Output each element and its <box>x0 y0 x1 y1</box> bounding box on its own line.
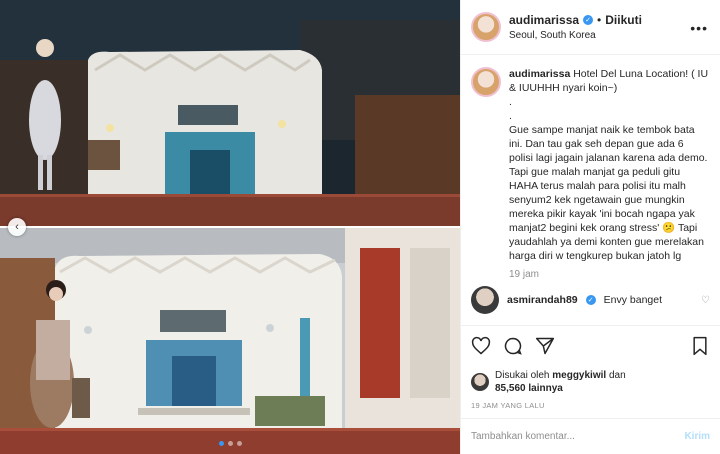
likes-prefix: Disukai oleh <box>495 370 550 381</box>
caption-time[interactable]: 19 jam <box>509 269 710 280</box>
post-media[interactable]: ‹ <box>0 0 460 454</box>
comment-input[interactable] <box>471 431 685 442</box>
caption-body: Hotel Del Luna Location! ( IU & IUUHHH n… <box>509 68 709 262</box>
action-bar <box>461 325 720 365</box>
comment-text: Envy banget <box>603 294 663 306</box>
likes-count[interactable]: 85,560 lainnya <box>495 383 563 394</box>
liker-avatar[interactable] <box>471 373 489 391</box>
verified-icon: ✓ <box>583 15 594 25</box>
photo-bottom-day-scene <box>0 228 460 454</box>
follow-button[interactable]: Diikuti <box>605 13 642 27</box>
post-header: audimarissa ✓ • Diikuti Seoul, South Kor… <box>461 0 720 55</box>
comment-item: asmirandah89 ✓ Envy banget ♡ <box>471 286 710 314</box>
location-link[interactable]: Seoul, South Korea <box>509 30 642 41</box>
carousel-dot <box>227 441 233 446</box>
photo-top-night-scene <box>0 0 460 226</box>
share-icon[interactable] <box>535 336 555 356</box>
carousel-dot <box>236 441 242 446</box>
comment-like-icon[interactable]: ♡ <box>701 295 710 306</box>
caption: audimarissa Hotel Del Luna Location! ( I… <box>471 67 710 263</box>
avatar[interactable] <box>471 67 501 97</box>
caption-username[interactable]: audimarissa <box>509 68 570 80</box>
verified-icon: ✓ <box>585 295 596 305</box>
post-comment-button[interactable]: Kirim <box>684 431 710 442</box>
carousel-indicator <box>0 441 460 446</box>
post-sidebar: audimarissa ✓ • Diikuti Seoul, South Kor… <box>460 0 720 454</box>
posted-ago[interactable]: 19 JAM YANG LALU <box>461 399 720 418</box>
liker-username[interactable]: meggykiwil <box>552 370 606 381</box>
likes-summary: Disukai oleh meggykiwil dan 85,560 lainn… <box>461 365 720 399</box>
avatar[interactable] <box>471 286 499 314</box>
carousel-dot <box>218 441 224 446</box>
avatar[interactable] <box>471 12 501 42</box>
bookmark-icon[interactable] <box>690 336 710 356</box>
heart-icon[interactable] <box>471 336 491 356</box>
instagram-post: ‹ audimarissa ✓ • Diikuti Seoul, South K… <box>0 0 720 454</box>
comment-icon[interactable] <box>503 336 523 356</box>
comment-username[interactable]: asmirandah89 <box>507 294 578 306</box>
likes-conj: dan <box>608 370 626 381</box>
carousel-prev-icon[interactable]: ‹ <box>8 218 26 236</box>
comments-list: audimarissa Hotel Del Luna Location! ( I… <box>461 55 720 325</box>
caption-text: audimarissa Hotel Del Luna Location! ( I… <box>509 67 710 263</box>
more-horizontal-icon[interactable]: ••• <box>690 20 708 36</box>
header-username[interactable]: audimarissa <box>509 13 579 27</box>
header-separator: • <box>597 13 602 27</box>
comment-form: Kirim <box>461 418 720 454</box>
